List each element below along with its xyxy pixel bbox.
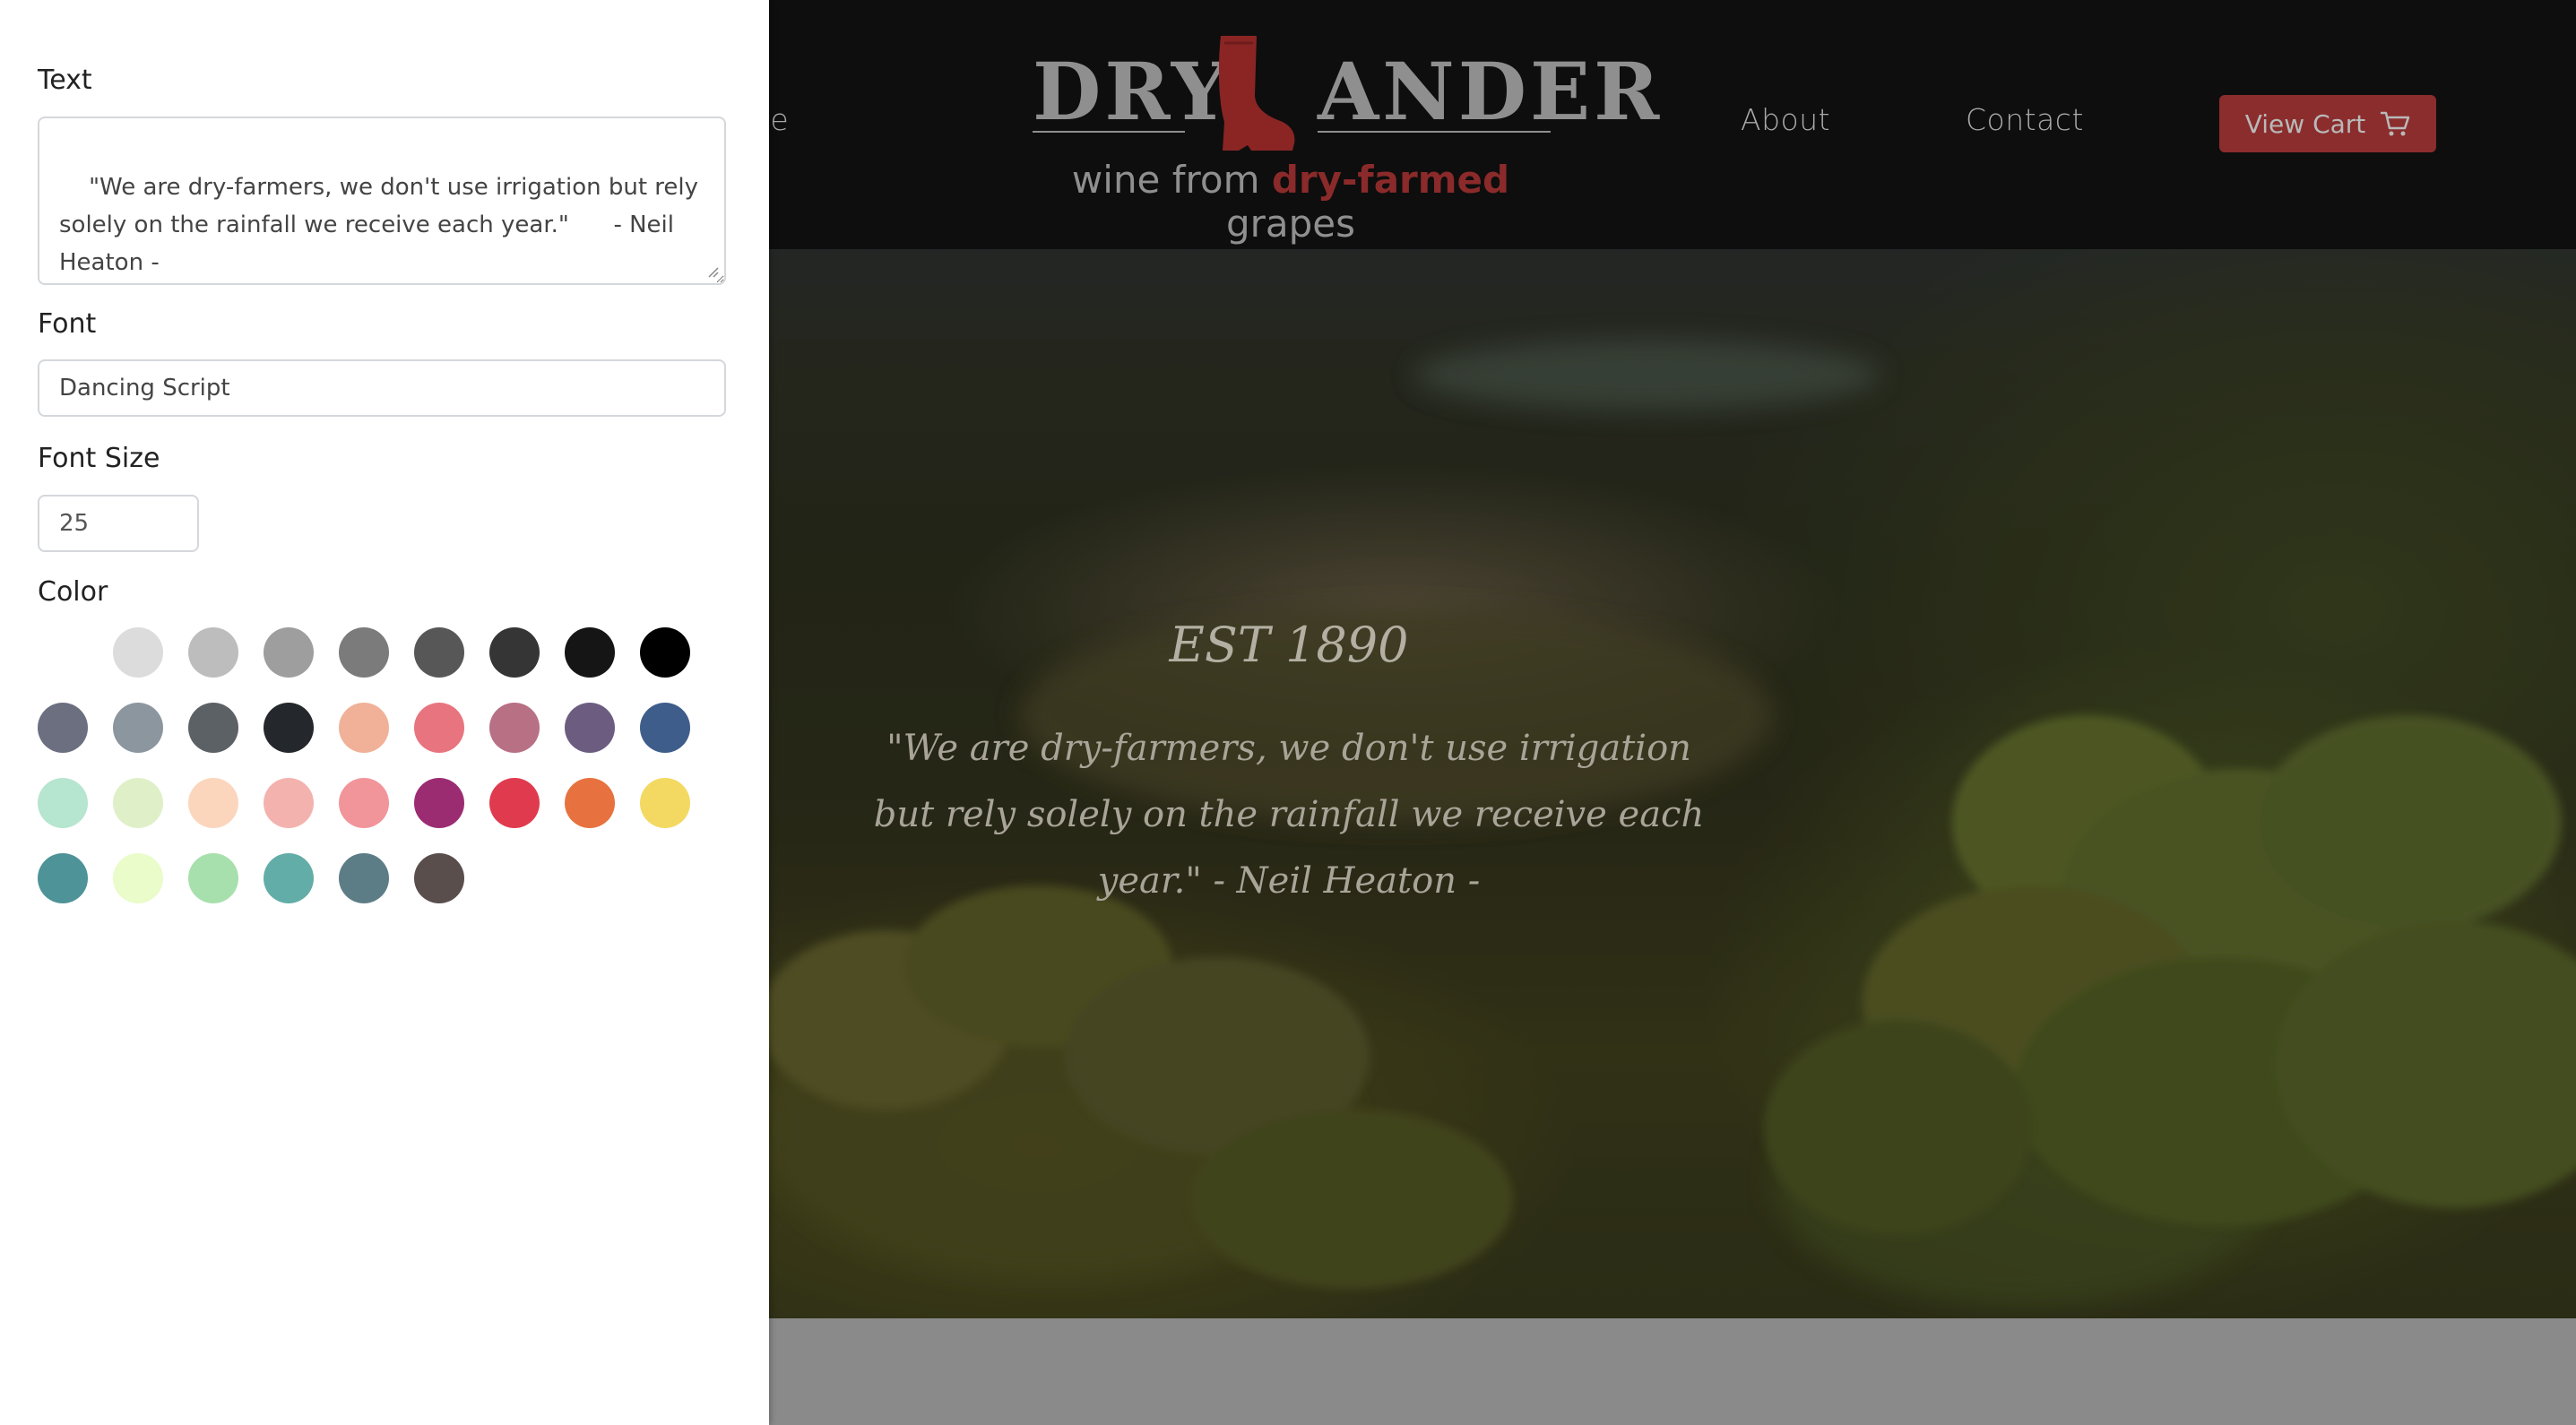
color-swatch[interactable]	[414, 778, 464, 828]
color-swatch[interactable]	[640, 703, 690, 753]
color-swatch[interactable]	[113, 627, 163, 678]
color-swatch[interactable]	[113, 778, 163, 828]
cowboy-boot-icon	[1218, 36, 1295, 151]
font-input[interactable]: Dancing Script	[38, 359, 726, 417]
color-swatch[interactable]	[38, 853, 88, 903]
color-label: Color	[38, 576, 108, 608]
color-swatch[interactable]	[414, 853, 464, 903]
color-swatch[interactable]	[339, 778, 389, 828]
tagline-suffix: grapes	[1225, 202, 1356, 246]
logo-tagline: wine from dry-farmed grapes	[1022, 158, 1560, 246]
view-cart-label: View Cart	[2244, 108, 2366, 139]
footer-band	[769, 1318, 2576, 1425]
color-swatch[interactable]	[264, 703, 314, 753]
color-swatch[interactable]	[113, 853, 163, 903]
color-swatch[interactable]	[565, 703, 615, 753]
text-textarea[interactable]: "We are dry-farmers, we don't use irriga…	[38, 117, 726, 285]
site-header: ne DRY ANDER wine from dry-farmed grapes…	[769, 0, 2576, 249]
website-preview: ne DRY ANDER wine from dry-farmed grapes…	[769, 0, 2576, 1425]
logo-word-right: ANDER	[1318, 45, 1664, 138]
color-swatch[interactable]	[565, 627, 615, 678]
hero-est-heading: EST 1890	[1169, 617, 1409, 673]
nav-home-link[interactable]: ne	[769, 102, 789, 137]
view-cart-button[interactable]: View Cart	[2219, 95, 2436, 152]
logo-rule-left	[1033, 131, 1185, 133]
color-swatch[interactable]	[188, 853, 238, 903]
color-swatch[interactable]	[414, 627, 464, 678]
hero-quote-text[interactable]: "We are dry-farmers, we don't use irriga…	[859, 715, 1719, 914]
text-label: Text	[38, 65, 92, 96]
font-label: Font	[38, 308, 97, 340]
dry-creek-logo[interactable]: DRY ANDER wine from dry-farmed grapes	[1022, 32, 1659, 246]
color-swatch[interactable]	[264, 853, 314, 903]
font-size-input[interactable]: 25	[38, 495, 199, 552]
color-swatch[interactable]	[38, 778, 88, 828]
color-swatch[interactable]	[264, 778, 314, 828]
hero-banner: EST 1890 "We are dry-farmers, we don't u…	[769, 249, 2576, 1318]
color-swatch[interactable]	[339, 627, 389, 678]
resize-handle-icon[interactable]	[705, 263, 719, 278]
font-size-label: Font Size	[38, 443, 160, 474]
logo-rule-right	[1318, 131, 1551, 133]
text-editor-panel: Text "We are dry-farmers, we don't use i…	[0, 0, 769, 1425]
nav-about-link[interactable]: About	[1741, 102, 1830, 137]
color-swatch[interactable]	[565, 778, 615, 828]
color-swatch[interactable]	[339, 853, 389, 903]
color-swatch[interactable]	[489, 778, 540, 828]
color-swatch[interactable]	[38, 703, 88, 753]
tagline-prefix: wine from	[1071, 158, 1272, 202]
color-swatch[interactable]	[489, 627, 540, 678]
color-swatch[interactable]	[188, 703, 238, 753]
color-swatch[interactable]	[38, 627, 88, 678]
color-swatch[interactable]	[339, 703, 389, 753]
color-swatch[interactable]	[264, 627, 314, 678]
shopping-cart-icon	[2380, 110, 2410, 137]
nav-contact-link[interactable]: Contact	[1966, 102, 2084, 137]
color-swatch[interactable]	[414, 703, 464, 753]
color-swatch[interactable]	[489, 703, 540, 753]
color-swatch[interactable]	[113, 703, 163, 753]
tagline-highlight: dry-farmed	[1271, 158, 1510, 202]
color-swatch[interactable]	[188, 778, 238, 828]
text-textarea-value: "We are dry-farmers, we don't use irriga…	[59, 174, 706, 276]
color-swatch[interactable]	[188, 627, 238, 678]
color-swatch[interactable]	[640, 778, 690, 828]
color-swatch[interactable]	[640, 627, 690, 678]
